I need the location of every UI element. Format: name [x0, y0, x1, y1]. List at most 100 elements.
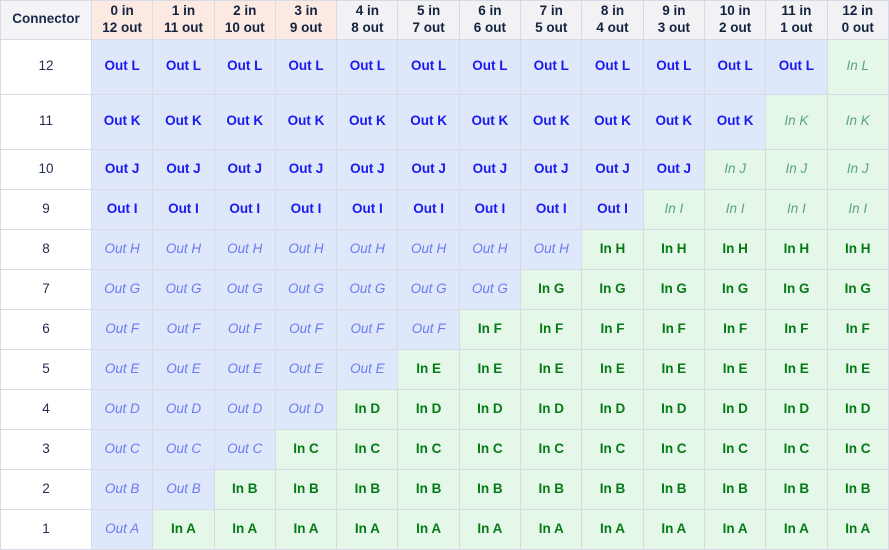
- cell-in: In H: [581, 228, 644, 270]
- cell-out: Out I: [213, 188, 276, 230]
- cell-out: Out H: [520, 228, 583, 270]
- cell-out: Out F: [336, 308, 399, 350]
- cell-in: In G: [581, 268, 644, 310]
- cell-out: Out K: [458, 93, 522, 150]
- cell-out: Out G: [213, 268, 276, 310]
- cell-in: In E: [397, 348, 460, 390]
- cell-in: In B: [213, 468, 276, 510]
- cell-in: In D: [581, 388, 644, 430]
- cell-out: Out I: [152, 188, 215, 230]
- cell-in: In C: [458, 428, 522, 470]
- cell-out: Out G: [152, 268, 215, 310]
- cell-out: Out K: [213, 93, 276, 150]
- row-label-connector: 4: [0, 388, 92, 430]
- cell-in: In E: [458, 348, 522, 390]
- cell-out: Out J: [336, 148, 399, 190]
- cell-in: In F: [458, 308, 522, 350]
- cell-in: In E: [765, 348, 828, 390]
- cell-in: In J: [765, 148, 828, 190]
- cell-out: Out J: [581, 148, 644, 190]
- row-label-connector: 9: [0, 188, 92, 230]
- header-row: Connector 0 in 12 out 1 in 11 out 2 in 10 out…: [0, 0, 889, 40]
- cell-in: In B: [581, 468, 644, 510]
- cell-in: In B: [765, 468, 828, 510]
- cell-out: Out K: [642, 93, 705, 150]
- cell-in: In F: [826, 308, 889, 350]
- row-label-connector: 5: [0, 348, 92, 390]
- row-label-connector: 2: [0, 468, 92, 510]
- column-header-12: 12 in 0 out: [826, 0, 889, 40]
- column-header-10: 10 in 2 out: [703, 0, 767, 40]
- cell-out: Out L: [152, 38, 215, 95]
- cell-in: In F: [765, 308, 828, 350]
- cell-in: In E: [703, 348, 767, 390]
- cell-out: Out K: [90, 93, 154, 150]
- cell-in: In I: [765, 188, 828, 230]
- column-header-in-count: 0 in: [110, 3, 134, 18]
- cell-out: Out F: [274, 308, 338, 350]
- row-label-connector: 10: [0, 148, 92, 190]
- table-row: 4 Out D Out D Out D Out D In D In D In D In D In …: [0, 388, 889, 430]
- cell-in: In A: [213, 508, 276, 550]
- row-label-connector: 6: [0, 308, 92, 350]
- cell-out: Out J: [274, 148, 338, 190]
- column-header-out-count: 10 out: [224, 19, 265, 35]
- cell-out: Out K: [274, 93, 338, 150]
- cell-out: Out J: [213, 148, 276, 190]
- cell-in: In E: [642, 348, 705, 390]
- cell-out: Out D: [90, 388, 154, 430]
- cell-in: In H: [765, 228, 828, 270]
- cell-in: In C: [826, 428, 889, 470]
- cell-in: In H: [642, 228, 705, 270]
- cell-in: In G: [703, 268, 767, 310]
- cell-in: In C: [642, 428, 705, 470]
- cell-in: In G: [826, 268, 889, 310]
- cell-out: Out J: [642, 148, 705, 190]
- cell-in: In B: [397, 468, 460, 510]
- column-header-in-count: 9 in: [662, 3, 686, 18]
- column-header-in-count: 8 in: [600, 3, 625, 18]
- cell-in: In A: [274, 508, 338, 550]
- cell-in: In F: [581, 308, 644, 350]
- cell-in: In K: [765, 93, 828, 150]
- corner-header-connector: Connector: [0, 0, 92, 40]
- cell-out: Out K: [581, 93, 644, 150]
- column-header-4: 4 in 8 out: [336, 0, 399, 40]
- cell-out: Out F: [213, 308, 276, 350]
- column-header-in-count: 2 in: [233, 3, 257, 18]
- row-label-connector: 12: [0, 38, 92, 95]
- cell-in: In A: [581, 508, 644, 550]
- cell-out: Out C: [152, 428, 215, 470]
- cell-in: In J: [703, 148, 767, 190]
- column-header-3: 3 in 9 out: [274, 0, 338, 40]
- table-row: 9 Out I Out I Out I Out I Out I Out I Out I Out …: [0, 188, 889, 230]
- cell-in: In D: [642, 388, 705, 430]
- cell-out: Out L: [458, 38, 522, 95]
- cell-out: Out B: [152, 468, 215, 510]
- cell-out: Out L: [397, 38, 460, 95]
- column-header-5: 5 in 7 out: [397, 0, 460, 40]
- cell-out: Out K: [703, 93, 767, 150]
- table-row: 2 Out B Out B In B In B In B In B In B In B In BI…: [0, 468, 889, 510]
- cell-in: In A: [703, 508, 767, 550]
- column-header-0: 0 in 12 out: [90, 0, 154, 40]
- cell-in: In A: [826, 508, 889, 550]
- cell-out: Out I: [458, 188, 522, 230]
- column-header-out-count: 1 out: [780, 19, 813, 35]
- cell-in: In B: [642, 468, 705, 510]
- column-header-out-count: 8 out: [351, 19, 384, 35]
- column-header-in-count: 5 in: [417, 3, 441, 18]
- cell-out: Out H: [90, 228, 154, 270]
- column-header-in-count: 11 in: [781, 3, 812, 18]
- cell-out: Out H: [152, 228, 215, 270]
- cell-out: Out L: [581, 38, 644, 95]
- cell-out: Out L: [765, 38, 828, 95]
- table-header: Connector 0 in 12 out 1 in 11 out 2 in 10 out…: [0, 0, 889, 40]
- cell-out: Out H: [397, 228, 460, 270]
- row-label-connector: 3: [0, 428, 92, 470]
- cell-in: In F: [703, 308, 767, 350]
- column-header-out-count: 7 out: [412, 19, 445, 35]
- cell-out: Out J: [458, 148, 522, 190]
- cell-out: Out L: [703, 38, 767, 95]
- cell-in: In J: [826, 148, 889, 190]
